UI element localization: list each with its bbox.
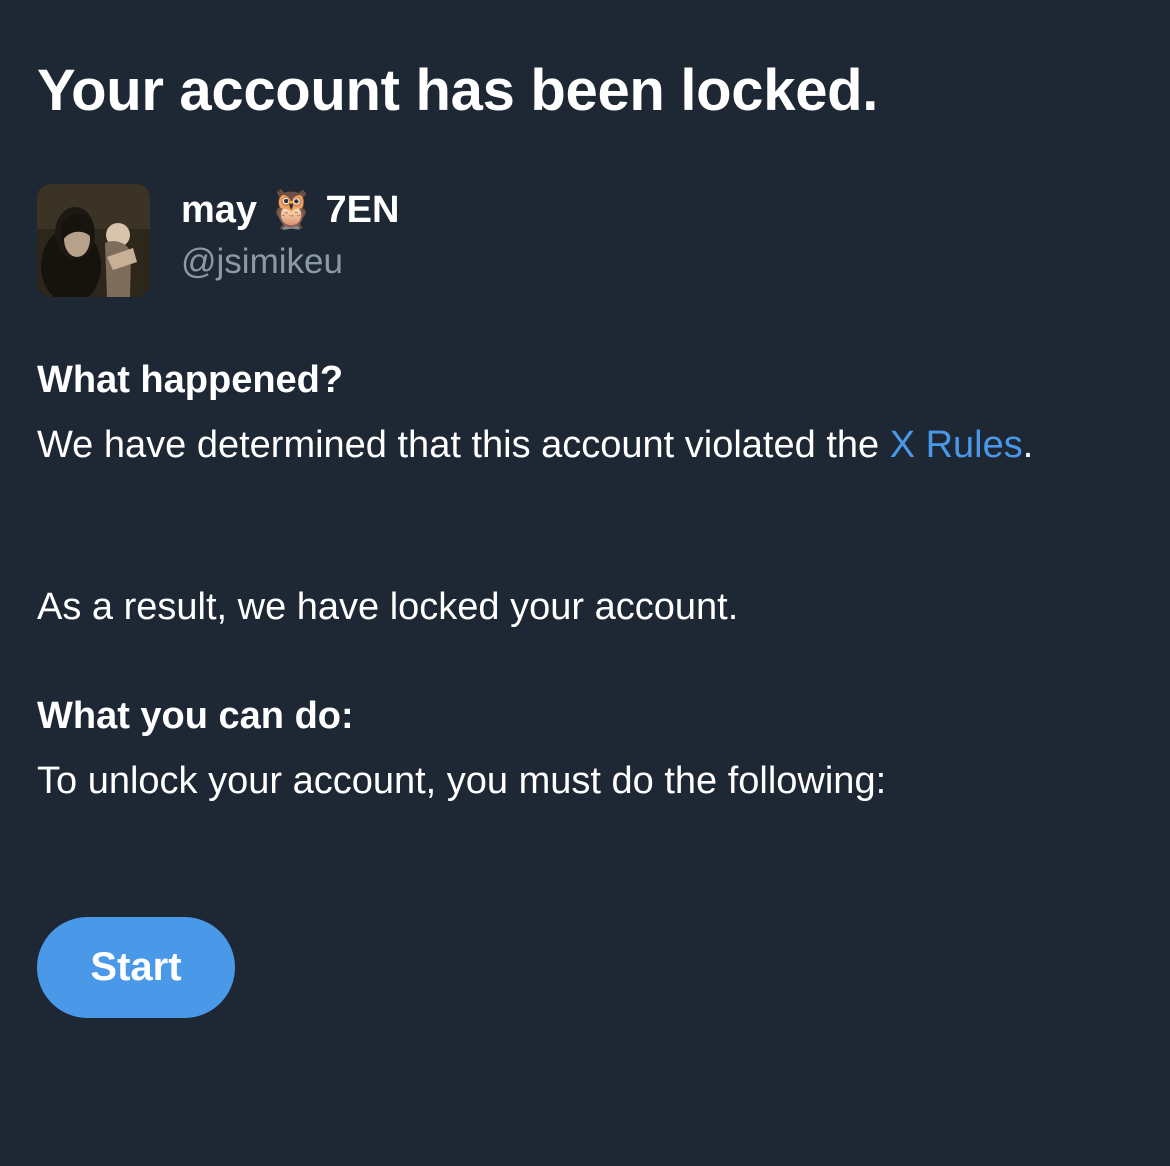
display-name: may 🦉 7EN — [181, 189, 400, 231]
profile-text: may 🦉 7EN @jsimikeu — [181, 184, 399, 284]
page-title: Your account has been locked. — [37, 58, 879, 123]
what-you-can-do-heading: What you can do: — [37, 695, 354, 737]
violation-text-before-link: We have determined that this account vio… — [37, 424, 890, 466]
account-profile: may 🦉 7EN @jsimikeu — [37, 184, 399, 297]
avatar — [37, 184, 150, 297]
violation-explanation: We have determined that this account vio… — [37, 418, 1037, 472]
x-rules-link[interactable]: X Rules — [890, 424, 1023, 466]
what-happened-heading: What happened? — [37, 359, 344, 401]
username-handle: @jsimikeu — [181, 242, 343, 281]
unlock-instructions: To unlock your account, you must do the … — [37, 760, 887, 802]
start-button[interactable]: Start — [37, 917, 235, 1018]
violation-text-after-link: . — [1022, 424, 1034, 466]
avatar-photo-icon — [37, 184, 150, 297]
result-text: As a result, we have locked your account… — [37, 586, 739, 628]
